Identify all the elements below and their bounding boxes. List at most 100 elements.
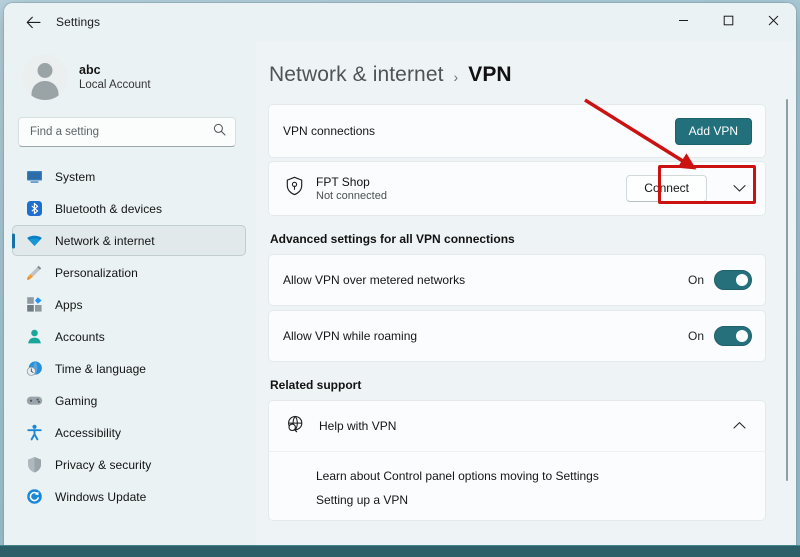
settings-window: Settings <box>4 3 796 550</box>
bluetooth-icon <box>26 200 43 217</box>
account-text: abc Local Account <box>79 63 151 91</box>
advanced-setting-card: Allow VPN over metered networks On <box>268 254 766 306</box>
vpn-connections-card: VPN connections Add VPN <box>268 104 766 158</box>
sidebar-item-bluetooth-devices[interactable]: Bluetooth & devices <box>12 193 246 224</box>
vpn-connections-row: VPN connections Add VPN <box>269 105 765 157</box>
vpn-entry-texts: FPT Shop Not connected <box>316 175 387 202</box>
monitor-icon <box>26 168 43 185</box>
sidebar-item-label: Personalization <box>55 266 138 280</box>
taskbar-strip <box>0 545 800 557</box>
account-name: abc <box>79 63 151 77</box>
sidebar: abc Local Account System Bluetooth & devi… <box>4 41 256 550</box>
related-support-heading: Related support <box>270 378 766 392</box>
update-refresh-icon <box>26 488 43 505</box>
sidebar-item-label: Time & language <box>55 362 146 376</box>
close-button[interactable] <box>751 3 796 41</box>
breadcrumb-separator: › <box>454 66 459 85</box>
content-scrollbar[interactable] <box>782 93 792 546</box>
breadcrumb: Network & internet › VPN <box>268 63 766 87</box>
sidebar-item-label: Bluetooth & devices <box>55 202 162 216</box>
sidebar-item-label: Network & internet <box>55 234 155 248</box>
window-body: abc Local Account System Bluetooth & devi… <box>4 41 796 550</box>
chevron-up-icon <box>733 417 746 435</box>
advanced-setting-row: Allow VPN while roaming On <box>269 311 765 361</box>
avatar <box>22 54 68 100</box>
help-collapse-button[interactable] <box>726 413 752 439</box>
vpn-entry-name: FPT Shop <box>316 175 387 189</box>
sidebar-item-network-internet[interactable]: Network & internet <box>12 225 246 256</box>
breadcrumb-parent[interactable]: Network & internet <box>269 63 444 87</box>
sidebar-item-label: Gaming <box>55 394 97 408</box>
maximize-button[interactable] <box>706 3 751 41</box>
advanced-setting-row: Allow VPN over metered networks On <box>269 255 765 305</box>
vpn-entry-row[interactable]: FPT Shop Not connected Connect <box>269 162 765 215</box>
sidebar-item-privacy-security[interactable]: Privacy & security <box>12 449 246 480</box>
search-wrapper <box>4 107 256 147</box>
paintbrush-icon <box>26 264 43 281</box>
support-link[interactable]: Learn about Control panel options moving… <box>269 464 765 488</box>
vpn-entry-card: FPT Shop Not connected Connect <box>268 161 766 216</box>
related-support-card: Help with VPN Learn about Control panel … <box>268 400 766 521</box>
clock-globe-icon <box>26 360 43 377</box>
sidebar-nav: System Bluetooth & devices Network & inter… <box>4 161 256 512</box>
chevron-down-icon <box>733 180 746 198</box>
page-title: VPN <box>468 63 511 87</box>
toggle-switch[interactable] <box>714 326 752 346</box>
title-bar: Settings <box>4 3 796 41</box>
apps-icon <box>26 296 43 313</box>
support-links-list: Learn about Control panel options moving… <box>269 451 765 520</box>
search-input[interactable] <box>30 126 213 138</box>
connect-button[interactable]: Connect <box>626 175 707 202</box>
minimize-button[interactable] <box>661 3 706 41</box>
sidebar-item-personalization[interactable]: Personalization <box>12 257 246 288</box>
support-link[interactable]: Setting up a VPN <box>269 488 765 512</box>
help-with-vpn-label: Help with VPN <box>319 419 396 433</box>
minimize-icon <box>678 13 689 31</box>
advanced-setting-card: Allow VPN while roaming On <box>268 310 766 362</box>
advanced-setting-label: Allow VPN while roaming <box>283 329 417 343</box>
toggle-state-label: On <box>688 329 704 343</box>
app-title: Settings <box>56 15 100 29</box>
help-with-vpn-row[interactable]: Help with VPN <box>269 401 765 451</box>
sidebar-item-accounts[interactable]: Accounts <box>12 321 246 352</box>
sidebar-item-system[interactable]: System <box>12 161 246 192</box>
sidebar-item-apps[interactable]: Apps <box>12 289 246 320</box>
back-button[interactable] <box>16 7 50 37</box>
sidebar-item-windows-update[interactable]: Windows Update <box>12 481 246 512</box>
sidebar-item-label: Apps <box>55 298 83 312</box>
wifi-icon <box>26 232 43 249</box>
gamepad-icon <box>26 392 43 409</box>
sidebar-item-label: System <box>55 170 95 184</box>
advanced-setting-label: Allow VPN over metered networks <box>283 273 465 287</box>
shield-icon <box>26 456 43 473</box>
search-icon <box>213 123 226 141</box>
toggle-switch[interactable] <box>714 270 752 290</box>
vpn-shield-icon <box>285 176 304 201</box>
globe-search-icon <box>285 414 305 439</box>
add-vpn-button[interactable]: Add VPN <box>675 118 752 145</box>
vpn-connections-label: VPN connections <box>283 124 375 138</box>
accessibility-person-icon <box>26 424 43 441</box>
search-box[interactable] <box>18 117 236 147</box>
scrollbar-thumb[interactable] <box>786 99 788 481</box>
window-controls <box>661 3 796 41</box>
content-area: Network & internet › VPN VPN connections… <box>256 41 796 550</box>
sidebar-item-label: Accounts <box>55 330 105 344</box>
back-arrow-icon <box>26 16 41 29</box>
sidebar-item-gaming[interactable]: Gaming <box>12 385 246 416</box>
close-icon <box>768 13 779 31</box>
account-block[interactable]: abc Local Account <box>4 41 256 107</box>
maximize-icon <box>723 13 734 31</box>
account-person-icon <box>26 328 43 345</box>
sidebar-item-accessibility[interactable]: Accessibility <box>12 417 246 448</box>
toggle-state-label: On <box>688 273 704 287</box>
sidebar-item-label: Accessibility <box>55 426 121 440</box>
sidebar-item-label: Windows Update <box>55 490 146 504</box>
advanced-settings-heading: Advanced settings for all VPN connection… <box>270 232 766 246</box>
sidebar-item-label: Privacy & security <box>55 458 151 472</box>
advanced-settings-list: Allow VPN over metered networksOnAllow V… <box>268 254 766 362</box>
account-type: Local Account <box>79 79 151 91</box>
vpn-entry-status: Not connected <box>316 190 387 202</box>
sidebar-item-time-language[interactable]: Time & language <box>12 353 246 384</box>
vpn-expand-button[interactable] <box>726 176 752 202</box>
